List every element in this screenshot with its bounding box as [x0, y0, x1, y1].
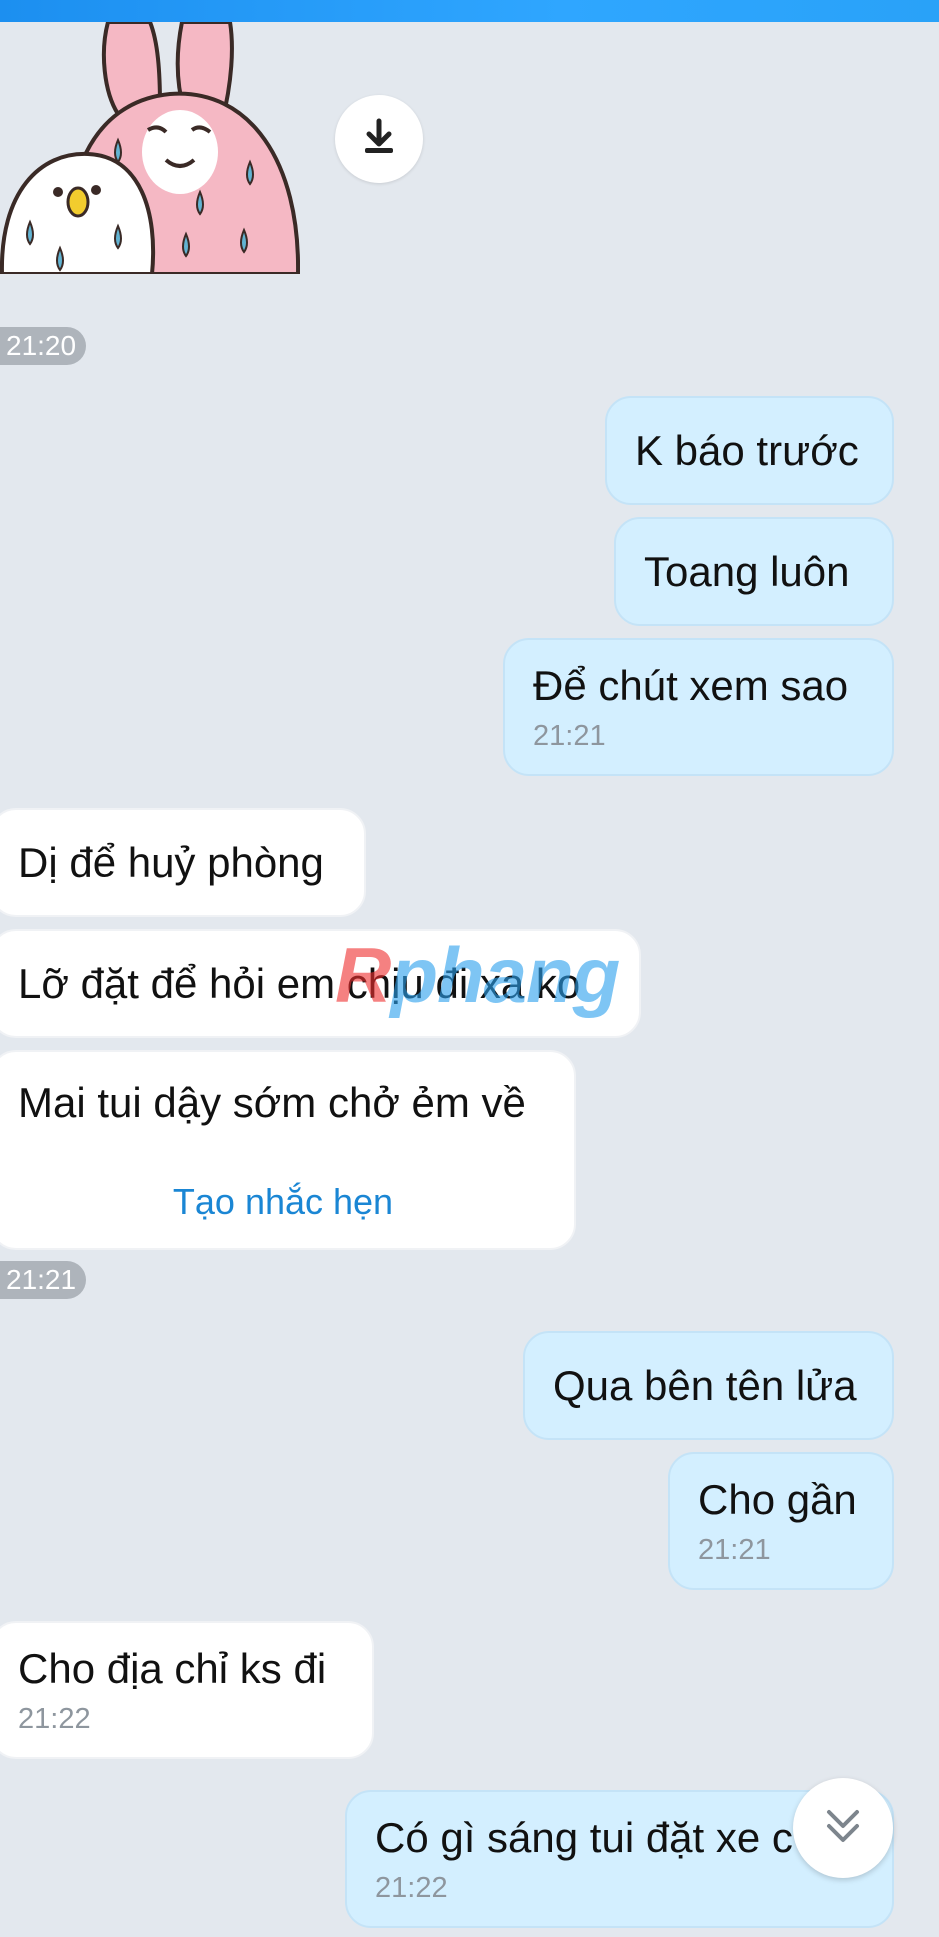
sent-message[interactable]: Để chút xem sao 21:21 — [503, 638, 894, 776]
message-text: Cho địa chỉ ks đi — [18, 1645, 327, 1692]
message-time: 21:22 — [18, 1703, 91, 1735]
message-text: K báo trước — [635, 426, 859, 474]
message-text: Mai tui dậy sớm chở ẻm về — [18, 1079, 526, 1126]
message-time: 21:21 — [698, 1534, 771, 1566]
scroll-to-bottom-button[interactable] — [793, 1778, 893, 1878]
message-text: Dị để huỷ phòng — [18, 838, 324, 886]
sent-message[interactable]: Toang luôn — [614, 517, 894, 626]
message-text: Toang luôn — [644, 547, 850, 595]
message-text: Qua bên tên lửa — [553, 1361, 857, 1409]
received-message-with-reminder[interactable]: Mai tui dậy sớm chở ẻm về Tạo nhắc hẹn — [0, 1050, 576, 1250]
message-text: Lỡ đặt để hỏi em chịu đi xa ko — [18, 959, 581, 1007]
timestamp-pill: 21:21 — [0, 1261, 87, 1299]
download-icon — [359, 117, 399, 162]
sent-message[interactable]: Cho gần 21:21 — [668, 1452, 894, 1590]
received-message[interactable]: Dị để huỷ phòng — [0, 808, 366, 917]
message-text: Có gì sáng tui đặt xe c — [375, 1814, 793, 1861]
received-message[interactable]: Cho địa chỉ ks đi 21:22 — [0, 1621, 374, 1759]
sticker-image[interactable] — [0, 20, 301, 276]
chevron-double-down-icon — [821, 1804, 865, 1853]
download-button[interactable] — [335, 95, 423, 183]
received-message[interactable]: Lỡ đặt để hỏi em chịu đi xa ko — [0, 929, 641, 1038]
message-time: 21:21 — [533, 720, 606, 752]
create-reminder-link[interactable]: Tạo nhắc hẹn — [0, 1154, 574, 1250]
sent-message[interactable]: K báo trước — [605, 396, 894, 505]
sent-message[interactable]: Qua bên tên lửa — [523, 1331, 894, 1440]
message-text: Cho gần — [698, 1476, 857, 1523]
top-bar — [0, 0, 939, 22]
message-text: Để chút xem sao — [533, 662, 849, 709]
timestamp-pill: 21:20 — [0, 327, 87, 365]
message-time: 21:22 — [375, 1872, 448, 1904]
